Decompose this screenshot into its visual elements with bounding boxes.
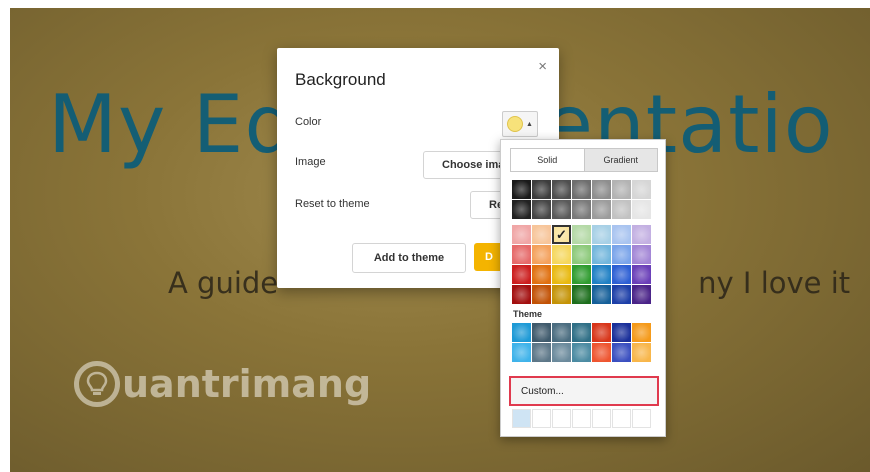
lightbulb-logo-icon: [74, 361, 120, 407]
gray-swatch[interactable]: [612, 180, 631, 199]
add-to-theme-button[interactable]: Add to theme: [352, 243, 466, 273]
theme-swatch[interactable]: [552, 323, 571, 342]
color-swatch[interactable]: ✓: [552, 225, 571, 244]
color-swatch[interactable]: [592, 225, 611, 244]
gray-swatch[interactable]: [532, 200, 551, 219]
tab-gradient[interactable]: Gradient: [583, 149, 657, 171]
gray-swatch[interactable]: [592, 200, 611, 219]
checkmark-icon: ✓: [556, 226, 567, 242]
theme-swatch[interactable]: [592, 343, 611, 362]
picker-tabs: Solid Gradient: [510, 148, 658, 172]
color-swatch[interactable]: [632, 265, 651, 284]
color-swatch[interactable]: [552, 265, 571, 284]
color-swatch[interactable]: [532, 245, 551, 264]
color-swatch[interactable]: [592, 285, 611, 304]
watermark-text: uantrimang: [122, 362, 372, 406]
gray-swatch[interactable]: [592, 180, 611, 199]
color-swatch[interactable]: [632, 245, 651, 264]
gray-swatch[interactable]: [512, 200, 531, 219]
color-swatch[interactable]: [632, 225, 651, 244]
custom-swatch[interactable]: [612, 409, 631, 428]
color-swatch[interactable]: [512, 265, 531, 284]
theme-swatch-grid: [512, 323, 651, 362]
color-dropdown-button[interactable]: ▲: [502, 111, 538, 137]
dialog-title: Background: [295, 70, 386, 89]
gray-swatch[interactable]: [532, 180, 551, 199]
custom-swatch[interactable]: [572, 409, 591, 428]
custom-swatch[interactable]: [632, 409, 651, 428]
color-swatch-icon: [507, 116, 524, 132]
color-swatch[interactable]: [592, 245, 611, 264]
color-swatch[interactable]: [612, 225, 631, 244]
custom-color-option[interactable]: Custom...: [509, 376, 659, 406]
color-swatch[interactable]: [572, 265, 591, 284]
caret-up-icon: ▲: [526, 120, 533, 128]
gray-swatch[interactable]: [552, 180, 571, 199]
tab-solid[interactable]: Solid: [511, 149, 584, 171]
color-swatch[interactable]: [572, 225, 591, 244]
custom-swatch[interactable]: [552, 409, 571, 428]
gray-swatch[interactable]: [512, 180, 531, 199]
theme-label: Theme: [513, 309, 543, 319]
gray-swatch[interactable]: [572, 180, 591, 199]
close-icon[interactable]: ×: [538, 58, 547, 75]
color-swatch[interactable]: [512, 245, 531, 264]
theme-swatch[interactable]: [532, 343, 551, 362]
custom-swatch[interactable]: [512, 409, 531, 428]
color-swatch[interactable]: [572, 285, 591, 304]
gray-swatch[interactable]: [632, 180, 651, 199]
gray-swatch-grid: [512, 180, 651, 219]
color-label: Color: [295, 116, 322, 128]
custom-swatch[interactable]: [592, 409, 611, 428]
color-swatch-grid: ✓: [512, 225, 651, 304]
color-swatch[interactable]: [552, 245, 571, 264]
color-swatch[interactable]: [532, 225, 551, 244]
theme-swatch[interactable]: [552, 343, 571, 362]
color-swatch[interactable]: [612, 265, 631, 284]
color-swatch[interactable]: [552, 285, 571, 304]
color-picker-popup: Solid Gradient ✓ Theme Custom...: [500, 139, 666, 437]
gray-swatch[interactable]: [632, 200, 651, 219]
theme-swatch[interactable]: [572, 343, 591, 362]
image-label: Image: [295, 156, 326, 168]
theme-swatch[interactable]: [532, 323, 551, 342]
watermark: uantrimang: [74, 361, 371, 407]
color-swatch[interactable]: [572, 245, 591, 264]
color-swatch[interactable]: [632, 285, 651, 304]
theme-swatch[interactable]: [612, 343, 631, 362]
theme-swatch[interactable]: [632, 323, 651, 342]
custom-swatch-grid: [512, 409, 651, 428]
gray-swatch[interactable]: [552, 200, 571, 219]
color-swatch[interactable]: [512, 285, 531, 304]
color-swatch[interactable]: [532, 285, 551, 304]
gray-swatch[interactable]: [612, 200, 631, 219]
color-swatch[interactable]: [612, 245, 631, 264]
theme-swatch[interactable]: [572, 323, 591, 342]
theme-swatch[interactable]: [592, 323, 611, 342]
custom-swatch[interactable]: [532, 409, 551, 428]
theme-swatch[interactable]: [512, 343, 531, 362]
color-swatch[interactable]: [512, 225, 531, 244]
color-swatch[interactable]: [592, 265, 611, 284]
color-swatch[interactable]: [612, 285, 631, 304]
theme-swatch[interactable]: [512, 323, 531, 342]
gray-swatch[interactable]: [572, 200, 591, 219]
reset-to-theme-label: Reset to theme: [295, 198, 370, 210]
theme-swatch[interactable]: [612, 323, 631, 342]
color-swatch[interactable]: [532, 265, 551, 284]
theme-swatch[interactable]: [632, 343, 651, 362]
